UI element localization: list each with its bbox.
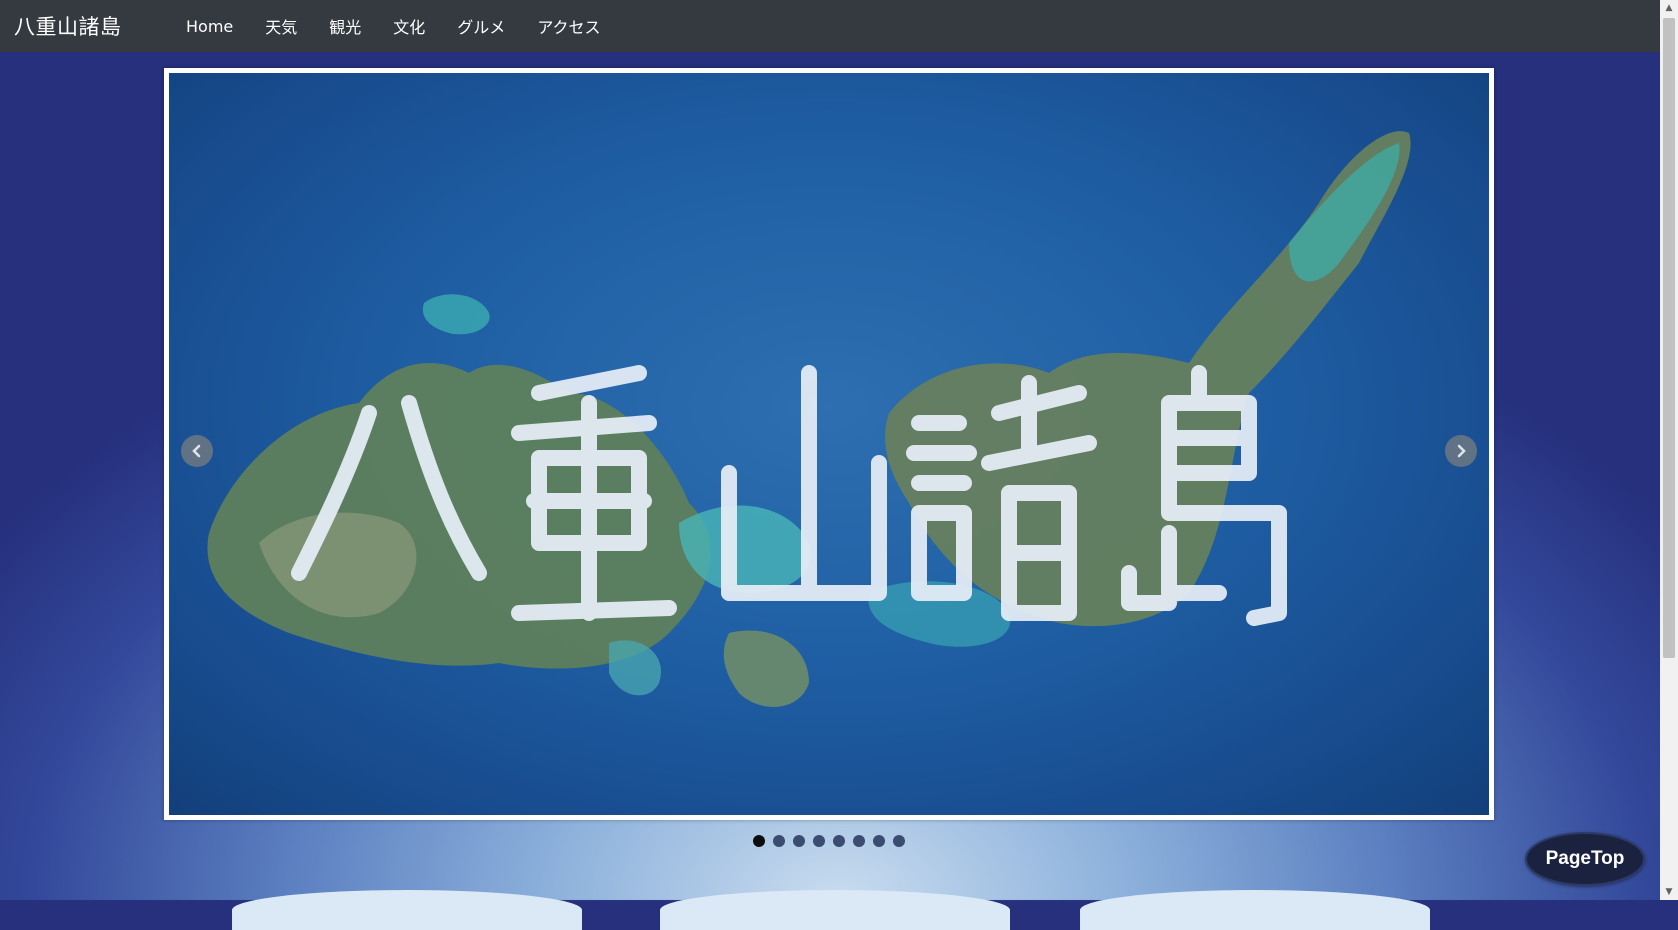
top-navbar: 八重山諸島 Home 天気 観光 文化 グルメ アクセス xyxy=(0,0,1660,52)
carousel-prev-button[interactable] xyxy=(181,435,213,467)
hero-carousel xyxy=(164,68,1494,820)
carousel-indicator[interactable] xyxy=(773,835,785,847)
nav-link-sightseeing[interactable]: 観光 xyxy=(329,14,361,38)
nav-menu: Home 天気 観光 文化 グルメ アクセス xyxy=(186,14,633,38)
carousel-indicator[interactable] xyxy=(893,835,905,847)
nav-link-culture[interactable]: 文化 xyxy=(393,14,425,38)
nav-link-home[interactable]: Home xyxy=(186,17,233,36)
carousel-indicator[interactable] xyxy=(753,835,765,847)
carousel-indicator[interactable] xyxy=(793,835,805,847)
page-scrollbar[interactable]: ▲ ▼ xyxy=(1660,0,1678,900)
scrollbar-thumb[interactable] xyxy=(1663,18,1675,658)
chevron-right-icon xyxy=(1457,444,1466,458)
content-card xyxy=(232,890,582,930)
carousel-indicator[interactable] xyxy=(833,835,845,847)
site-brand[interactable]: 八重山諸島 xyxy=(14,11,186,41)
content-card xyxy=(660,890,1010,930)
carousel-indicator[interactable] xyxy=(853,835,865,847)
content-card xyxy=(1080,890,1430,930)
carousel-indicator[interactable] xyxy=(873,835,885,847)
slide-image-islands xyxy=(207,131,1411,707)
scroll-down-arrow-icon[interactable]: ▼ xyxy=(1660,884,1678,900)
carousel-indicators xyxy=(753,835,905,847)
nav-link-access[interactable]: アクセス xyxy=(537,14,600,38)
carousel-indicator[interactable] xyxy=(813,835,825,847)
pagetop-button[interactable]: PageTop xyxy=(1525,832,1645,886)
nav-link-weather[interactable]: 天気 xyxy=(265,14,297,38)
chevron-left-icon xyxy=(192,444,201,458)
nav-link-gourmet[interactable]: グルメ xyxy=(457,14,505,38)
scroll-up-arrow-icon[interactable]: ▲ xyxy=(1660,0,1678,16)
carousel-next-button[interactable] xyxy=(1445,435,1477,467)
